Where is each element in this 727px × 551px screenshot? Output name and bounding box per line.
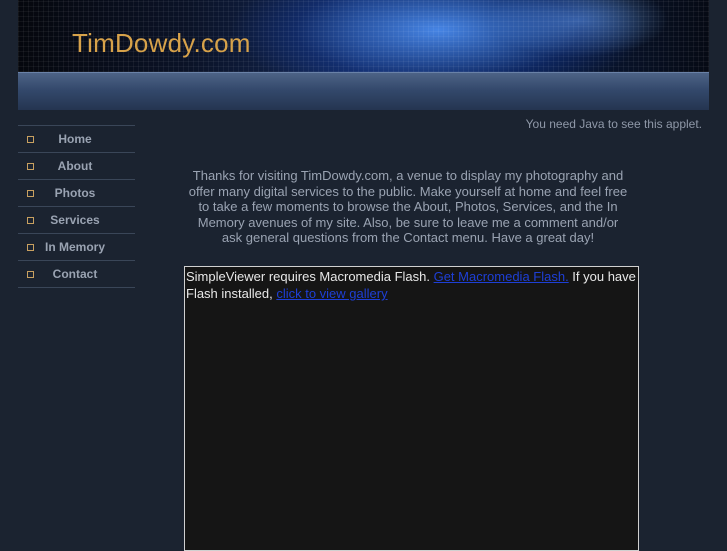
nav-label: About	[57, 159, 93, 173]
nav-item-home[interactable]: Home	[18, 125, 135, 152]
nav-item-contact[interactable]: Contact	[18, 260, 135, 288]
flash-required-text: SimpleViewer requires Macromedia Flash.	[186, 269, 434, 284]
nav-label: In Memory	[44, 240, 105, 254]
nav-label: Photos	[54, 186, 96, 200]
flash-gallery-placeholder: SimpleViewer requires Macromedia Flash. …	[184, 266, 639, 551]
nav-item-services[interactable]: Services	[18, 206, 135, 233]
nav-label: Services	[50, 213, 100, 227]
nav-label: Contact	[52, 267, 98, 281]
nav-label: Home	[58, 132, 92, 146]
site-title[interactable]: TimDowdy.com	[72, 28, 251, 59]
site-header: TimDowdy.com	[18, 0, 709, 110]
nav-item-in-memory[interactable]: In Memory	[18, 233, 135, 260]
header-bar	[18, 72, 709, 110]
java-applet-message: You need Java to see this applet.	[525, 117, 702, 131]
intro-paragraph: Thanks for visiting TimDowdy.com, a venu…	[188, 168, 628, 245]
nav-item-photos[interactable]: Photos	[18, 179, 135, 206]
get-flash-link[interactable]: Get Macromedia Flash.	[434, 269, 569, 284]
sidebar-nav: Home About Photos Services In Memory Con…	[18, 125, 135, 288]
nav-item-about[interactable]: About	[18, 152, 135, 179]
view-gallery-link[interactable]: click to view gallery	[276, 286, 387, 301]
